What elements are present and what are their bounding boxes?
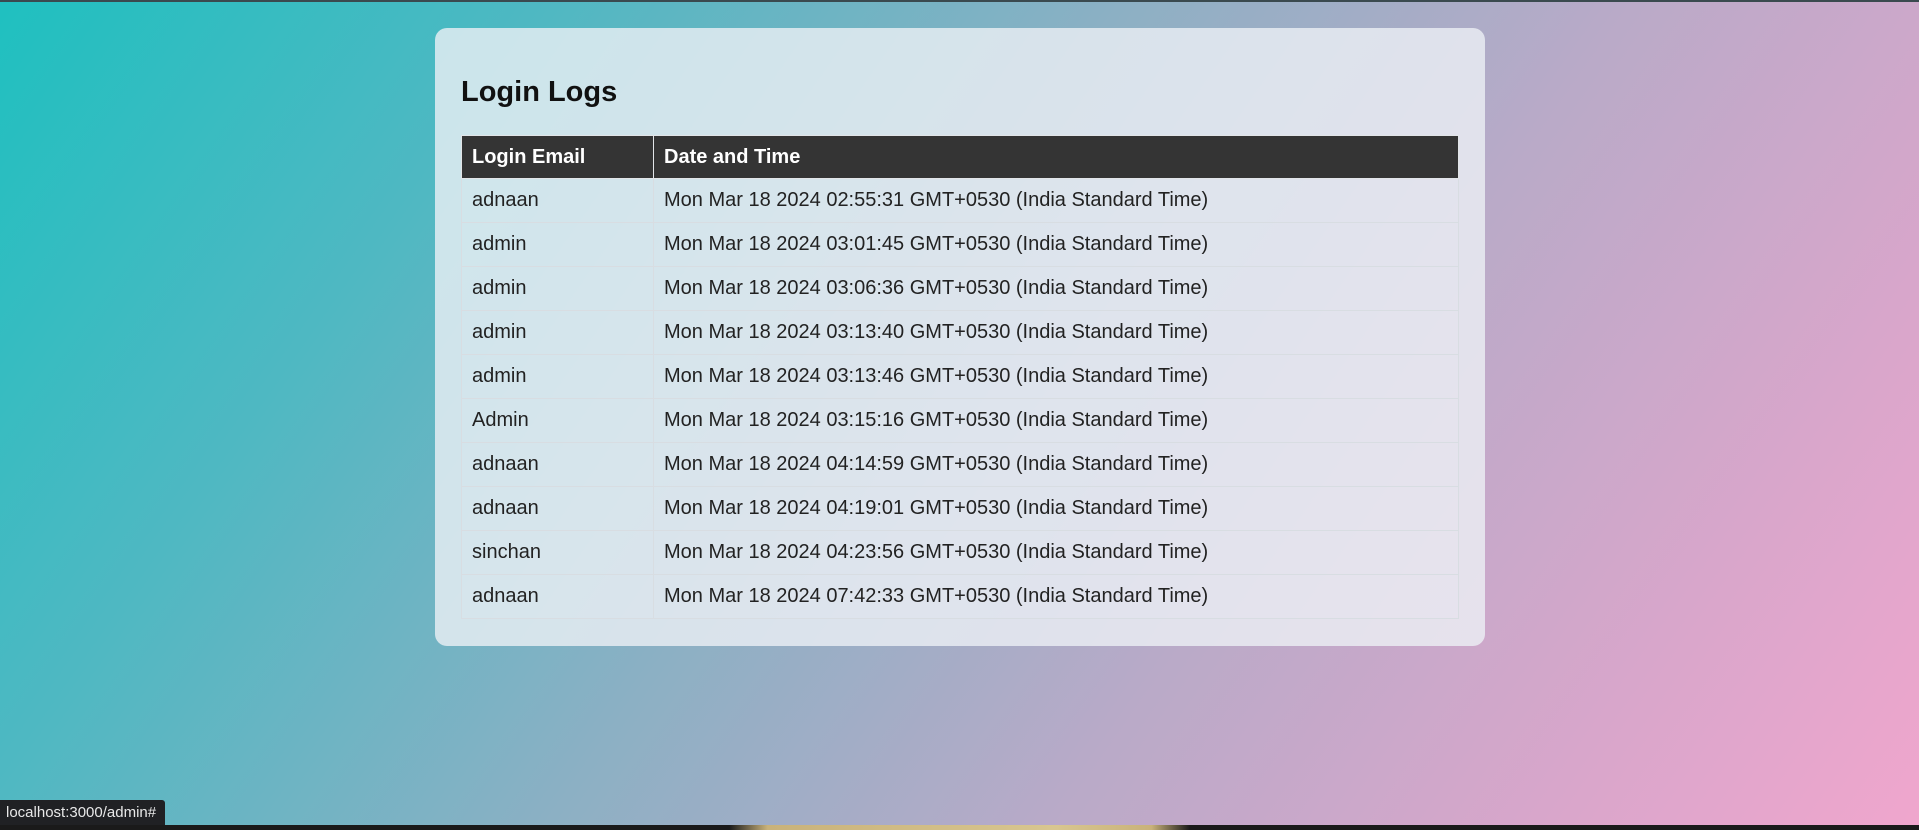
link-status-bar: localhost:3000/admin# — [0, 800, 166, 825]
taskbar-edge — [0, 825, 1919, 830]
table-row: sinchan Mon Mar 18 2024 04:23:56 GMT+053… — [461, 530, 1459, 575]
window-top-edge — [0, 0, 1919, 2]
table-row: admin Mon Mar 18 2024 03:06:36 GMT+0530 … — [461, 266, 1459, 311]
login-logs-card: Login Logs Login Email Date and Time adn… — [435, 28, 1485, 646]
table-header: Login Email Date and Time — [461, 135, 1459, 179]
cell-login-email: admin — [461, 310, 654, 355]
login-logs-table: Login Email Date and Time adnaan Mon Mar… — [461, 135, 1459, 619]
cell-date-time: Mon Mar 18 2024 04:19:01 GMT+0530 (India… — [653, 486, 1459, 531]
table-row: adnaan Mon Mar 18 2024 07:42:33 GMT+0530… — [461, 574, 1459, 619]
cell-login-email: adnaan — [461, 178, 654, 223]
cell-login-email: admin — [461, 222, 654, 267]
cell-date-time: Mon Mar 18 2024 03:13:40 GMT+0530 (India… — [653, 310, 1459, 355]
cell-date-time: Mon Mar 18 2024 04:23:56 GMT+0530 (India… — [653, 530, 1459, 575]
table-row: admin Mon Mar 18 2024 03:13:40 GMT+0530 … — [461, 310, 1459, 355]
cell-date-time: Mon Mar 18 2024 03:13:46 GMT+0530 (India… — [653, 354, 1459, 399]
cell-login-email: adnaan — [461, 574, 654, 619]
table-row: admin Mon Mar 18 2024 03:01:45 GMT+0530 … — [461, 222, 1459, 267]
cell-login-email: adnaan — [461, 486, 654, 531]
cell-date-time: Mon Mar 18 2024 03:15:16 GMT+0530 (India… — [653, 398, 1459, 443]
column-header-login-email: Login Email — [461, 135, 654, 179]
table-row: adnaan Mon Mar 18 2024 04:19:01 GMT+0530… — [461, 486, 1459, 531]
cell-date-time: Mon Mar 18 2024 03:06:36 GMT+0530 (India… — [653, 266, 1459, 311]
table-row: admin Mon Mar 18 2024 03:13:46 GMT+0530 … — [461, 354, 1459, 399]
table-body: adnaan Mon Mar 18 2024 02:55:31 GMT+0530… — [461, 178, 1459, 619]
cell-login-email: admin — [461, 266, 654, 311]
cell-date-time: Mon Mar 18 2024 03:01:45 GMT+0530 (India… — [653, 222, 1459, 267]
cell-login-email: adnaan — [461, 442, 654, 487]
cell-login-email: Admin — [461, 398, 654, 443]
table-row: adnaan Mon Mar 18 2024 04:14:59 GMT+0530… — [461, 442, 1459, 487]
table-header-row: Login Email Date and Time — [461, 135, 1459, 179]
cell-login-email: sinchan — [461, 530, 654, 575]
table-row: adnaan Mon Mar 18 2024 02:55:31 GMT+0530… — [461, 178, 1459, 223]
table-row: Admin Mon Mar 18 2024 03:15:16 GMT+0530 … — [461, 398, 1459, 443]
column-header-date-time: Date and Time — [653, 135, 1459, 179]
page-title: Login Logs — [461, 76, 618, 108]
cell-date-time: Mon Mar 18 2024 02:55:31 GMT+0530 (India… — [653, 178, 1459, 223]
cell-login-email: admin — [461, 354, 654, 399]
cell-date-time: Mon Mar 18 2024 04:14:59 GMT+0530 (India… — [653, 442, 1459, 487]
cell-date-time: Mon Mar 18 2024 07:42:33 GMT+0530 (India… — [653, 574, 1459, 619]
